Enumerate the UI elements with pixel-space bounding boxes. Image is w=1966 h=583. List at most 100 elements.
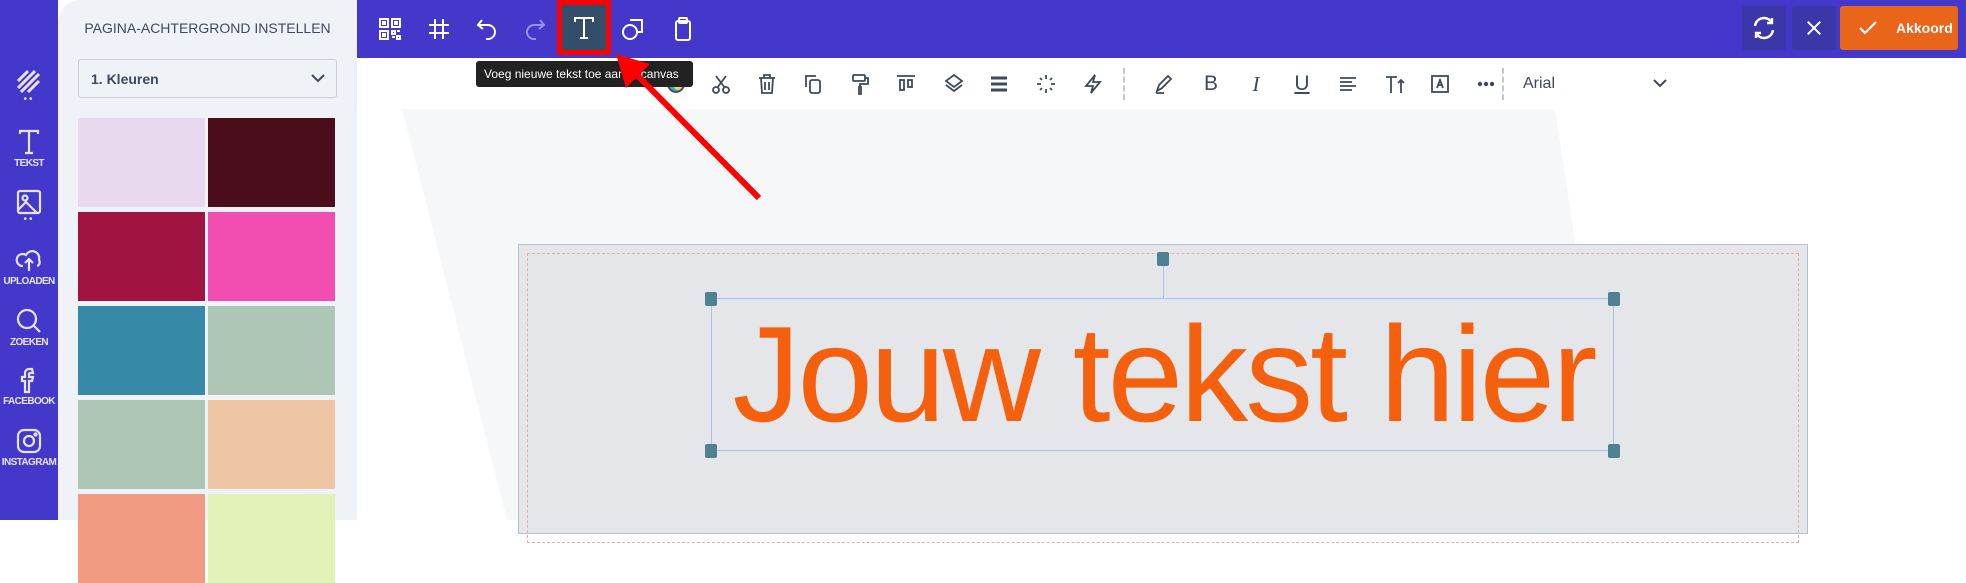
- image-icon: [16, 189, 42, 215]
- rail-label: ZOEKEN: [9, 337, 49, 348]
- color-swatch[interactable]: [208, 118, 335, 207]
- rail-item-facebook[interactable]: FACEBOOK: [0, 366, 58, 407]
- stripes-icon: [16, 69, 41, 94]
- italic-button[interactable]: I: [1243, 71, 1269, 97]
- reset-button[interactable]: [1742, 6, 1786, 50]
- align-top-button[interactable]: [893, 71, 919, 97]
- rail-item-uploaden[interactable]: UPLOADEN: [0, 246, 58, 287]
- dropdown-value: 1. Kleuren: [91, 71, 159, 87]
- chevron-down-icon: [311, 74, 325, 83]
- rotate-handle[interactable]: [1157, 252, 1169, 266]
- resize-handle-bottom-right[interactable]: [1608, 444, 1620, 458]
- divider: [1123, 68, 1125, 100]
- canvas-text[interactable]: Jouw tekst hier: [712, 289, 1615, 459]
- add-text-icon: [574, 17, 594, 39]
- effects-button[interactable]: [1033, 71, 1059, 97]
- redo-button[interactable]: [515, 9, 555, 49]
- color-swatch[interactable]: [208, 494, 335, 583]
- rail-label: TEKST: [14, 158, 44, 169]
- underline-button[interactable]: U: [1289, 71, 1315, 97]
- divider: [1502, 68, 1504, 100]
- tooltip: Voeg nieuwe tekst toe aan je canvas: [476, 61, 693, 87]
- rail-label: UPLOADEN: [3, 276, 55, 287]
- check-icon: [1859, 21, 1877, 35]
- top-toolbar: Akkoord: [357, 0, 1966, 58]
- panel-title: PAGINA-ACHTERGROND INSTELLEN: [84, 20, 331, 36]
- redo-icon: [526, 19, 546, 40]
- align-top-icon: [897, 75, 915, 91]
- animate-button[interactable]: [1080, 71, 1106, 97]
- instagram-icon: [16, 428, 42, 454]
- scissors-icon: [712, 75, 730, 94]
- bold-button[interactable]: B: [1198, 71, 1224, 97]
- color-swatch[interactable]: [78, 118, 205, 207]
- loader-icon: [1037, 75, 1055, 93]
- close-button[interactable]: [1792, 6, 1836, 50]
- text-box-button[interactable]: [1427, 71, 1453, 97]
- edit-button[interactable]: [1151, 71, 1177, 97]
- qr-code-icon: [379, 18, 401, 40]
- text-height-icon: [1386, 76, 1405, 93]
- clipboard-icon: [675, 17, 691, 41]
- color-swatch[interactable]: [78, 306, 205, 395]
- pencil-icon: [1155, 74, 1173, 94]
- rail-item-zoeken[interactable]: ZOEKEN: [0, 307, 58, 348]
- color-swatch[interactable]: [78, 400, 205, 489]
- font-select[interactable]: Arial: [1523, 66, 1673, 100]
- shapes-button[interactable]: [613, 9, 653, 49]
- layers-button[interactable]: [941, 71, 967, 97]
- delete-button[interactable]: [754, 71, 780, 97]
- underline-icon: U: [1294, 72, 1310, 95]
- more-dots: ••: [23, 214, 35, 225]
- rail-item-background[interactable]: ••: [0, 68, 58, 105]
- cut-button[interactable]: [708, 71, 734, 97]
- format-painter-button[interactable]: [847, 71, 873, 97]
- font-value: Arial: [1523, 75, 1556, 92]
- resize-handle-top-left[interactable]: [705, 292, 717, 306]
- rail-label: FACEBOOK: [3, 396, 55, 407]
- accept-button[interactable]: Akkoord: [1840, 6, 1958, 50]
- grid-button[interactable]: [419, 9, 459, 49]
- color-swatch[interactable]: [78, 212, 205, 301]
- spacing-button[interactable]: [986, 71, 1012, 97]
- color-swatch[interactable]: [208, 306, 335, 395]
- color-swatch[interactable]: [208, 400, 335, 489]
- copy-icon: [805, 75, 821, 94]
- align-button[interactable]: [1335, 71, 1361, 97]
- resize-handle-top-right[interactable]: [1608, 292, 1620, 306]
- add-text-button[interactable]: [557, 0, 611, 55]
- spacing-icon: [991, 76, 1007, 92]
- rail-item-image[interactable]: ••: [0, 188, 58, 225]
- color-swatch[interactable]: [78, 494, 205, 583]
- undo-icon: [476, 19, 496, 40]
- facebook-icon: [20, 367, 35, 394]
- accept-label: Akkoord: [1896, 20, 1953, 36]
- layers-icon: [944, 73, 964, 93]
- qr-code-button[interactable]: [370, 9, 410, 49]
- more-button[interactable]: [1473, 71, 1499, 97]
- text-box-icon: [1431, 75, 1449, 93]
- shapes-icon: [622, 19, 643, 40]
- rail-item-tekst[interactable]: TEKST: [0, 128, 58, 169]
- more-dots: ••: [23, 94, 35, 105]
- lightning-icon: [1084, 74, 1102, 94]
- duplicate-button[interactable]: [800, 71, 826, 97]
- undo-button[interactable]: [467, 9, 507, 49]
- text-object[interactable]: Jouw tekst hier: [711, 298, 1614, 451]
- text-icon: [18, 129, 40, 155]
- search-icon: [16, 308, 41, 333]
- category-dropdown[interactable]: 1. Kleuren: [78, 59, 337, 98]
- upload-icon: [15, 250, 41, 271]
- align-left-icon: [1340, 77, 1356, 91]
- background-panel: PAGINA-ACHTERGROND INSTELLEN 1. Kleuren: [58, 0, 357, 583]
- chevron-down-icon: [1653, 79, 1667, 88]
- grid-icon: [429, 19, 449, 39]
- ellipsis-icon: [1477, 81, 1495, 87]
- sync-icon: [1753, 16, 1775, 40]
- color-swatch[interactable]: [208, 212, 335, 301]
- resize-handle-bottom-left[interactable]: [705, 444, 717, 458]
- close-icon: [1806, 20, 1822, 36]
- text-size-button[interactable]: [1382, 71, 1408, 97]
- rail-item-instagram[interactable]: INSTAGRAM: [0, 427, 58, 468]
- clipboard-button[interactable]: [663, 9, 703, 49]
